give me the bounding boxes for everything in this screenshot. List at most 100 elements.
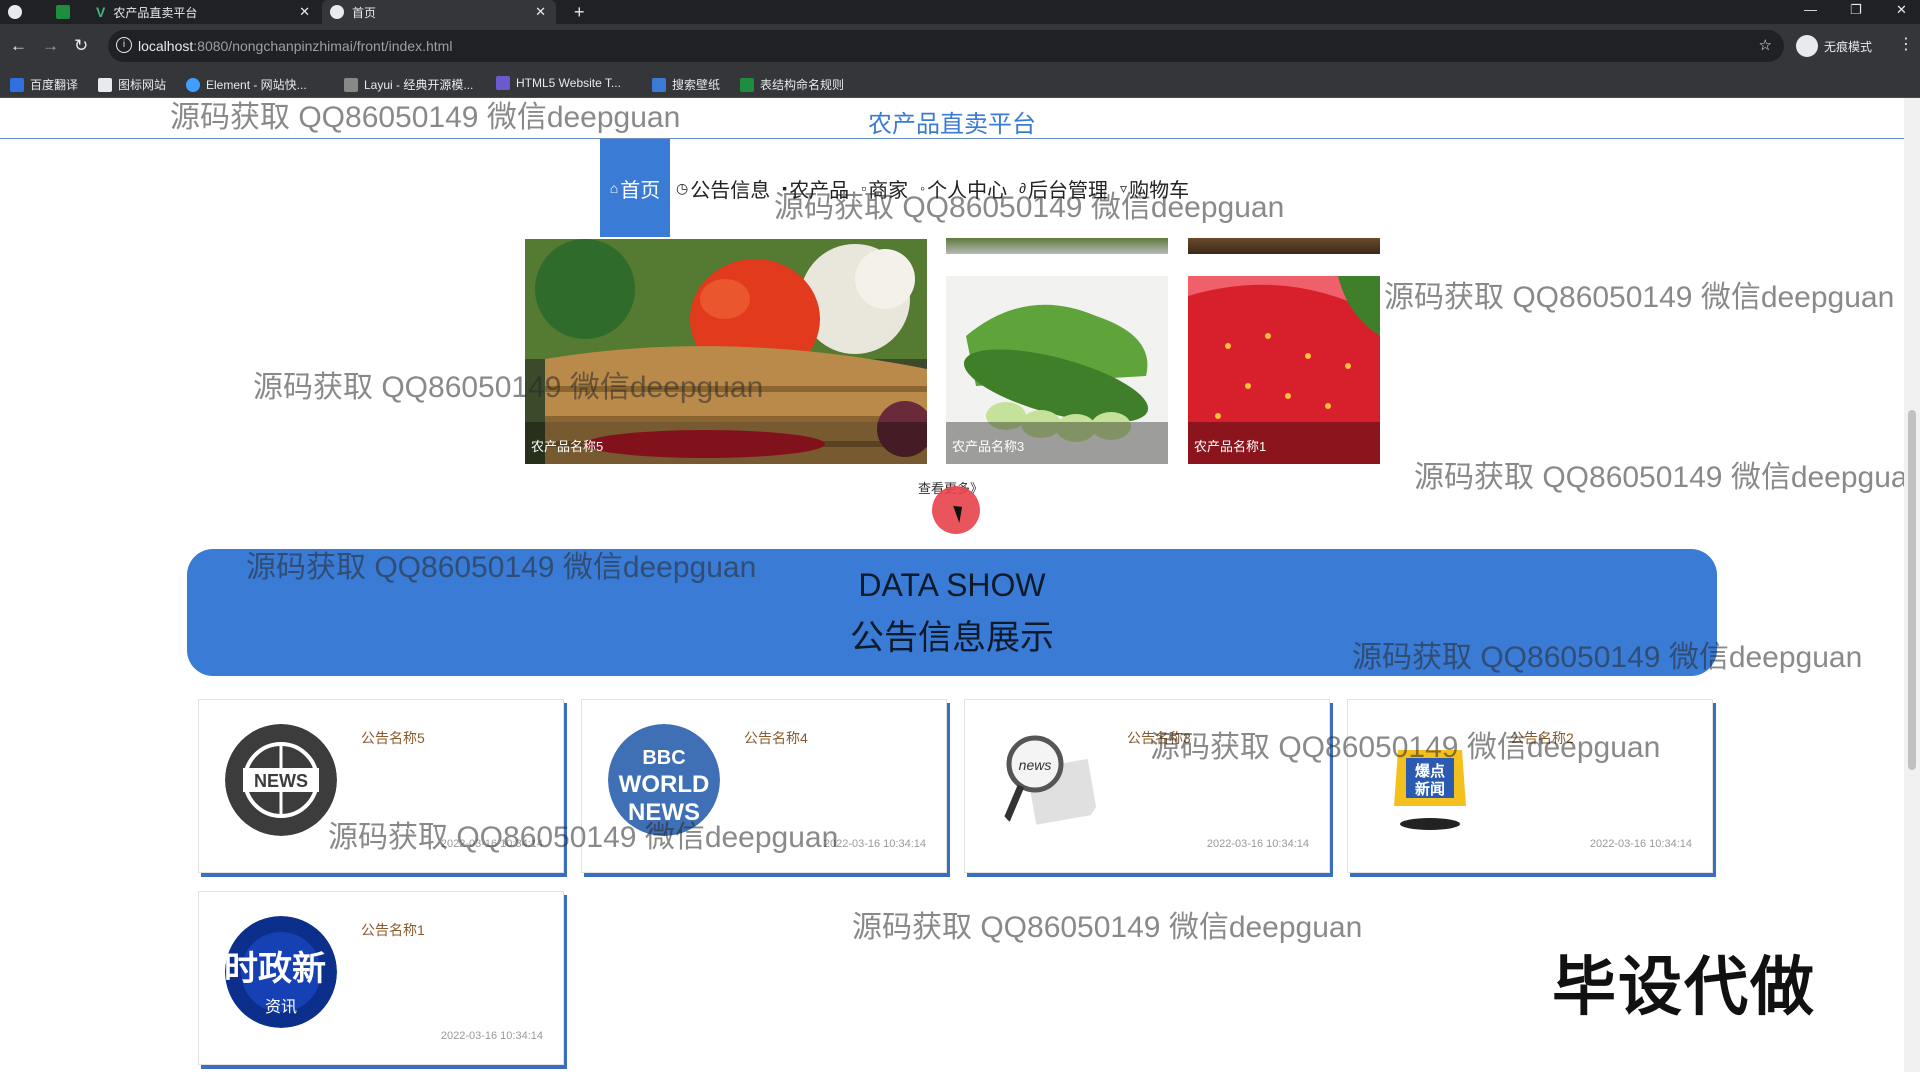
browser-toolbar: ← → ↻ i localhost:8080/nongchanpinzhimai…	[0, 24, 1920, 70]
product-name: 农产品名称1	[1188, 422, 1380, 464]
nav-item-notices[interactable]: ◷ 公告信息	[670, 139, 776, 237]
browser-tab[interactable]: V 农产品直卖平台 ✕	[88, 0, 320, 24]
incognito-indicator[interactable]: 无痕模式	[1796, 35, 1872, 57]
nav-item-merchants[interactable]: ▫ 商家	[855, 139, 914, 237]
notice-title: 公告名称1	[361, 922, 425, 938]
notice-date: 2022-03-16 10:34:14	[440, 838, 543, 850]
svg-text:WORLD: WORLD	[619, 771, 710, 798]
incognito-icon	[1796, 35, 1818, 57]
cart-icon: ▿	[1120, 179, 1128, 196]
user-icon: ◦	[920, 180, 926, 196]
url-text[interactable]: localhost:8080/nongchanpinzhimai/front/i…	[138, 38, 452, 54]
forward-icon[interactable]: →	[42, 36, 59, 56]
scrollbar-thumb[interactable]	[1908, 410, 1916, 770]
hot-news-icon: 爆点 新闻	[1374, 724, 1486, 836]
browser-tab-active[interactable]: 首页 ✕	[322, 0, 556, 24]
pinned-tab[interactable]	[48, 0, 88, 24]
bbc-world-news-icon: BBC WORLD NEWS	[608, 724, 720, 836]
svg-text:新闻: 新闻	[1415, 780, 1445, 798]
address-bar[interactable]: i localhost:8080/nongchanpinzhimai/front…	[108, 30, 1784, 62]
notice-card[interactable]: BBC WORLD NEWS 公告名称4 2022-03-16 10:34:14	[581, 699, 947, 873]
site-title: 农产品直卖平台	[868, 111, 1036, 138]
notice-date: 2022-03-16 10:34:14	[1589, 838, 1692, 850]
nav-item-admin[interactable]: ∂ 后台管理	[1013, 139, 1114, 237]
notice-card[interactable]: 时政新 资讯 公告名称1 2022-03-16 10:34:14	[198, 891, 564, 1065]
newspaper-magnifier-icon: news	[991, 724, 1103, 836]
notice-date: 2022-03-16 10:34:14	[1206, 838, 1309, 850]
bookmark[interactable]: 百度翻译	[10, 76, 78, 93]
tab-title: 农产品直卖平台	[113, 5, 198, 20]
bookmark[interactable]: 表结构命名规则	[740, 76, 844, 93]
watermark: 源码获取 QQ86050149 微信deepguan	[1414, 461, 1920, 494]
info-icon[interactable]: i	[116, 37, 132, 53]
home-icon: ⌂	[609, 180, 619, 196]
bookmark[interactable]: 图标网站	[98, 76, 166, 93]
politics-news-icon: 时政新 资讯	[225, 916, 337, 1028]
globe-icon	[8, 5, 22, 19]
news-globe-icon: NEWS	[225, 724, 337, 836]
bookmarks-bar: 百度翻译 图标网站 Element - 网站快... Layui - 经典开源模…	[0, 70, 1920, 98]
notice-card[interactable]: 爆点 新闻 公告名称2 2022-03-16 10:34:14	[1347, 699, 1713, 873]
notice-title: 公告名称2	[1510, 730, 1574, 746]
data-show-banner: DATA SHOW 公告信息展示	[187, 549, 1717, 676]
svg-text:BBC: BBC	[642, 747, 685, 769]
svg-text:NEWS: NEWS	[628, 799, 700, 826]
nav-item-products[interactable]: ▪ 农产品	[776, 139, 855, 237]
minimize-icon[interactable]: —	[1804, 2, 1817, 17]
back-icon[interactable]: ←	[10, 36, 27, 56]
notice-title: 公告名称3	[1127, 730, 1191, 746]
restore-icon[interactable]: ❐	[1850, 2, 1862, 18]
close-icon[interactable]: ✕	[299, 4, 310, 20]
tab-strip: V 农产品直卖平台 ✕ 首页 ✕ + — ❐ ✕	[0, 0, 1920, 24]
notice-title: 公告名称5	[361, 730, 425, 746]
close-icon[interactable]: ✕	[535, 4, 546, 20]
tab-title: 首页	[352, 5, 377, 20]
sheet-icon	[56, 5, 70, 19]
sheet-icon	[740, 77, 754, 92]
page-content: 农产品直卖平台 ⌂ 首页 ◷ 公告信息 ▪ 农产品 ▫ 商家 ◦ 个人中心 ∂ 后台管理 ▿…	[0, 98, 1920, 1072]
translate-icon	[10, 77, 24, 92]
incognito-label: 无痕模式	[1824, 39, 1873, 54]
svg-text:news: news	[1019, 757, 1052, 773]
globe-icon	[330, 5, 344, 19]
element-icon	[186, 77, 200, 92]
scrollbar[interactable]	[1904, 98, 1920, 1072]
svg-text:NEWS: NEWS	[254, 771, 308, 791]
close-window-icon[interactable]: ✕	[1896, 2, 1907, 18]
nav-item-profile[interactable]: ◦ 个人中心	[914, 139, 1013, 237]
product-card-partial[interactable]	[1188, 238, 1380, 254]
promo-text: 毕设代做	[1552, 951, 1816, 1023]
notice-date: 2022-03-16 10:34:14	[823, 838, 926, 850]
notice-title: 公告名称4	[744, 730, 808, 746]
nav-item-cart[interactable]: ▿ 购物车	[1114, 139, 1195, 237]
new-tab-icon[interactable]: +	[574, 2, 585, 23]
watermark: 源码获取 QQ86050149 微信deepguan	[852, 911, 1363, 944]
pinned-tab[interactable]	[0, 0, 48, 24]
bookmark[interactable]: Layui - 经典开源模...	[344, 76, 473, 93]
html5-icon	[496, 76, 510, 90]
product-card[interactable]: 农产品名称5	[525, 239, 927, 464]
notice-card[interactable]: news 公告名称3 2022-03-16 10:34:14	[964, 699, 1330, 873]
menu-icon[interactable]: ⋮	[1898, 34, 1914, 54]
product-name: 农产品名称3	[946, 422, 1168, 464]
store-icon: ▫	[861, 180, 867, 196]
link-icon: ∂	[1019, 180, 1027, 196]
banner-title-en: DATA SHOW	[858, 567, 1046, 603]
grid-icon: ▪	[782, 180, 788, 196]
flag-icon	[98, 77, 112, 92]
product-card-partial[interactable]	[946, 238, 1168, 254]
notice-card[interactable]: NEWS 公告名称5 2022-03-16 10:34:14	[198, 699, 564, 873]
bookmark[interactable]: HTML5 Website T...	[496, 76, 621, 90]
svg-text:爆点: 爆点	[1415, 762, 1445, 780]
nav-item-home[interactable]: ⌂ 首页	[600, 139, 670, 237]
product-card[interactable]: 农产品名称1	[1188, 276, 1380, 464]
reload-icon[interactable]: ↻	[74, 36, 88, 56]
bookmark[interactable]: 搜索壁纸	[652, 76, 720, 93]
bookmark[interactable]: Element - 网站快...	[186, 76, 307, 93]
product-card[interactable]: 农产品名称3	[946, 276, 1168, 464]
bookmark-star-icon[interactable]: ☆	[1759, 36, 1772, 54]
main-nav: ⌂ 首页 ◷ 公告信息 ▪ 农产品 ▫ 商家 ◦ 个人中心 ∂ 后台管理 ▿ 购物车	[600, 139, 1195, 237]
watermark: 源码获取 QQ86050149 微信deepguan	[1384, 281, 1895, 314]
svg-text:资讯: 资讯	[265, 997, 297, 1016]
product-name: 农产品名称5	[525, 422, 927, 464]
